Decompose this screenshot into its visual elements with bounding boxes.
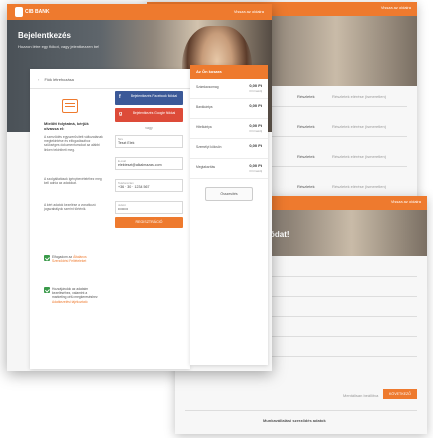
phone-field[interactable]: Telefonszám +36 · 30 · 1234 567: [115, 179, 183, 192]
background-window-2-bottom-row: Munkavállalási szerződés adatok: [263, 418, 326, 423]
facebook-login-button[interactable]: f Bejelentkezés Facebook fiókkal: [115, 91, 183, 105]
basket-item: Személyi kölcsön 0,00 Ft: [190, 139, 268, 159]
basket-item-fee: 0 Ft havidíj: [249, 170, 262, 173]
background-window-1-row-value: Részletek elérése (ismeretlen): [332, 94, 387, 99]
chevron-left-icon: ‹: [38, 77, 40, 82]
background-window-2-next-button[interactable]: KÖVETKEZŐ: [383, 389, 417, 399]
create-account-header[interactable]: ‹ Fiók létrehozása: [38, 77, 74, 82]
top-bar: CIB BANK Vissza az oldalra: [7, 4, 272, 20]
brand-mark-icon: [15, 7, 23, 17]
basket-item-name: Személyi kölcsön: [196, 145, 222, 149]
background-window-2-divider: [185, 410, 417, 411]
brand-logo[interactable]: CIB BANK: [15, 7, 49, 17]
basket-card: Az Ön kosara Számlacsomag 0,00 Ft 0 Ft h…: [190, 65, 268, 365]
background-window-1-row-label: Részletek: [297, 124, 315, 129]
info-bullet: A szolgáltatások igénybevételéhez meg ke…: [44, 177, 102, 186]
phone-field-value: +36 · 30 · 1234 567: [118, 185, 150, 189]
google-icon: g: [119, 111, 123, 117]
page-subtitle: Hozzon létre egy fiókot, vagy jelentkezz…: [18, 44, 100, 49]
terms-checkbox-label: Elfogadom az Általános Szerződési Feltét…: [52, 255, 100, 263]
basket-item-fee: 0 Ft havidíj: [249, 130, 262, 133]
basket-item-fee: 0 Ft havidíj: [249, 90, 262, 93]
basket-header: Az Ön kosara: [190, 65, 268, 79]
background-window-2-link[interactable]: Vissza az oldalra: [391, 199, 421, 204]
password-field[interactable]: Jelszó ••••••••: [115, 201, 183, 214]
google-login-label: Bejelentkezés Google fiókkal: [132, 111, 176, 115]
info-title: Mielőtt folytatná, kérjük olvassa el:: [44, 121, 89, 131]
consent-checkbox-label: Hozzájárulok az adataim kezeléséhez, val…: [52, 287, 100, 304]
name-field[interactable]: Név Teszt Elek: [115, 135, 183, 148]
privacy-link[interactable]: Adatkezelési tájékoztató: [52, 300, 88, 304]
basket-item-name: Számlacsomag: [196, 85, 219, 89]
register-button[interactable]: REGISZTRÁCIÓ: [115, 217, 183, 228]
background-window-1-row-value: Részletek elérése (ismeretlen): [332, 184, 387, 189]
basket-item-name: Megtakarítás: [196, 165, 216, 169]
consent-label-text: Hozzájárulok az adataim kezeléséhez, val…: [52, 287, 98, 300]
background-window-2-footer-link[interactable]: Mentálisan beállítva: [343, 393, 378, 398]
basket-item-value: 0,00 Ft: [249, 143, 262, 148]
background-window-1-row-value: Részletek elérése (ismeretlen): [332, 124, 387, 129]
page-title: Bejelentkezés: [18, 31, 71, 40]
create-account-title: Fiók létrehozása: [44, 77, 74, 82]
background-window-1-link[interactable]: Vissza az oldalra: [381, 5, 411, 10]
create-account-card: ‹ Fiók létrehozása Mielőtt folytatná, ké…: [30, 69, 190, 369]
basket-item-value: 0,00 Ft: [249, 83, 262, 88]
email-field[interactable]: E-mail elekteszt@alkalmazas.com: [115, 157, 183, 170]
basket-item-value: 0,00 Ft: [249, 123, 262, 128]
background-window-1-row-value: Részletek elérése (ismeretlen): [332, 154, 387, 159]
basket-item-value: 0,00 Ft: [249, 103, 262, 108]
divider: [190, 178, 268, 179]
summary-button[interactable]: Összesítés: [205, 187, 253, 201]
email-field-value: elekteszt@alkalmazas.com: [118, 163, 162, 167]
divider: [30, 88, 190, 89]
info-bullet: A szerződés egyszerűsített változatának …: [44, 135, 103, 152]
basket-item: Megtakarítás 0,00 Ft 0 Ft havidíj: [190, 159, 268, 179]
basket-item: Számlacsomag 0,00 Ft 0 Ft havidíj: [190, 79, 268, 99]
google-login-button[interactable]: g Bejelentkezés Google fiókkal: [115, 108, 183, 122]
name-field-value: Teszt Elek: [118, 141, 135, 145]
document-icon: [62, 99, 78, 113]
basket-item-name: Hitelkártya: [196, 125, 212, 129]
facebook-icon: f: [119, 94, 121, 100]
background-window-1-row-label: Részletek: [297, 94, 315, 99]
basket-title: Az Ön kosara: [196, 69, 222, 74]
brand-name: CIB BANK: [25, 9, 50, 15]
facebook-login-label: Bejelentkezés Facebook fiókkal: [130, 94, 178, 98]
info-bullet: A kért adatok kezelése a vonatkozó jogsz…: [44, 203, 96, 212]
basket-item-value: 0,00 Ft: [249, 163, 262, 168]
terms-checkbox[interactable]: [44, 255, 50, 261]
back-to-site-link[interactable]: Vissza az oldalra: [234, 9, 264, 14]
background-window-1-row-label: Részletek: [297, 154, 315, 159]
background-window-1-row-label: Részletek: [297, 184, 315, 189]
consent-checkbox[interactable]: [44, 287, 50, 293]
password-field-value: ••••••••: [118, 207, 129, 211]
or-divider: vagy: [145, 126, 153, 130]
basket-item: Hitelkártya 0,00 Ft 0 Ft havidíj: [190, 119, 268, 139]
basket-item-name: Bankkártya: [196, 105, 213, 109]
background-window-2-heading: ódat!: [270, 230, 290, 239]
basket-item: Bankkártya 0,00 Ft: [190, 99, 268, 119]
